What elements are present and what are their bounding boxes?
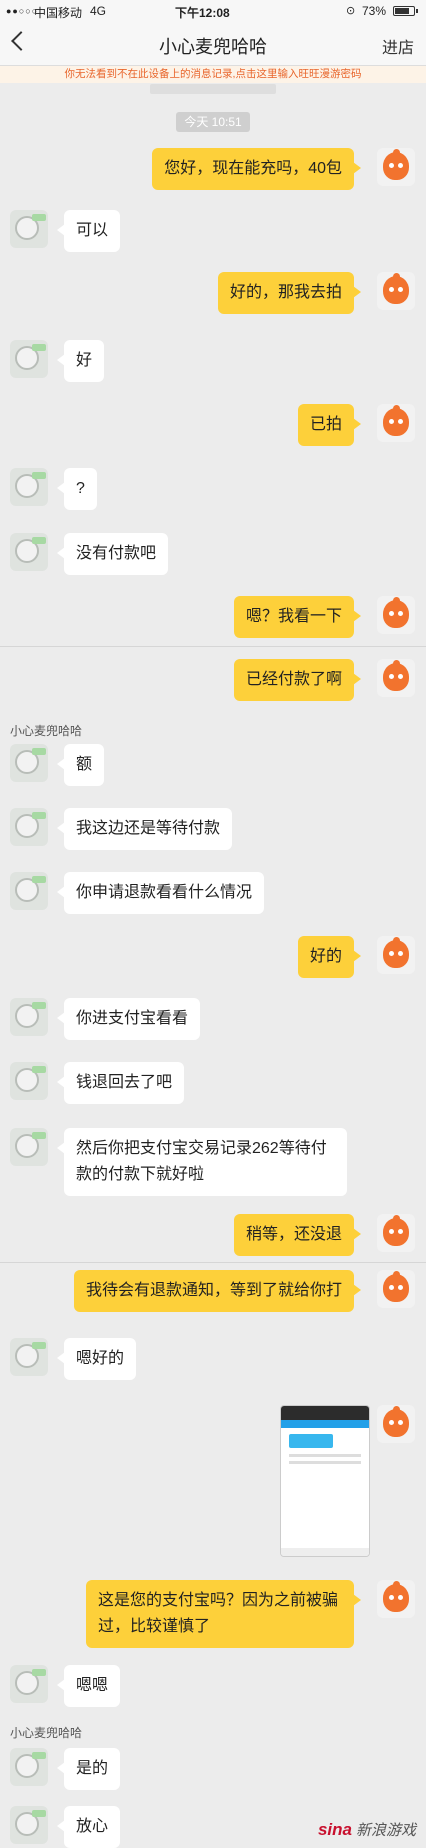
- message-bubble-received[interactable]: 你申请退款看看什么情况: [56, 872, 265, 914]
- seller-avatar[interactable]: [10, 210, 48, 248]
- message-bubble-sent[interactable]: 我待会有退款通知，等到了就给你打: [73, 1270, 362, 1312]
- message-bubble-received[interactable]: 额: [56, 744, 105, 786]
- self-avatar[interactable]: [377, 272, 415, 310]
- seller-avatar[interactable]: [10, 1806, 48, 1844]
- image-footer: [281, 1548, 369, 1556]
- message-bubble-received[interactable]: 没有付款吧: [56, 533, 169, 575]
- sender-name: 小心麦兜哈哈: [10, 1726, 83, 1740]
- seller-avatar[interactable]: [10, 998, 48, 1036]
- message-bubble-sent[interactable]: 已拍: [297, 404, 362, 446]
- status-bar: ●●○○○ 中国移动 4G 下午12:08 ⊙ 73%: [0, 0, 426, 22]
- image-highlight-row: [289, 1434, 333, 1448]
- message-bubble-received[interactable]: 放心: [56, 1806, 121, 1848]
- self-avatar[interactable]: [377, 1214, 415, 1252]
- image-header: [281, 1420, 369, 1428]
- battery-icon: [393, 6, 418, 16]
- network-type: 4G: [90, 4, 107, 18]
- message-bubble-received[interactable]: 我这边还是等待付款: [56, 808, 233, 850]
- chat-title: 小心麦兜哈哈: [159, 37, 267, 57]
- nav-bar: 小心麦兜哈哈 进店: [0, 22, 426, 66]
- image-line: [289, 1454, 361, 1457]
- time-divider: 今天 10:51: [176, 112, 250, 132]
- message-bubble-sent[interactable]: 您好，现在能充吗，40包: [152, 148, 361, 190]
- self-avatar[interactable]: [377, 659, 415, 697]
- screenshot-seam: [0, 1262, 426, 1263]
- sina-games-watermark: sina 新浪游戏: [318, 1819, 416, 1840]
- self-avatar[interactable]: [377, 1580, 415, 1618]
- seller-avatar[interactable]: [10, 872, 48, 910]
- self-avatar[interactable]: [377, 148, 415, 186]
- self-avatar[interactable]: [377, 404, 415, 442]
- message-bubble-sent[interactable]: 嗯？我看一下: [233, 596, 362, 638]
- rotation-lock-icon: ⊙: [346, 5, 356, 17]
- message-bubble-received[interactable]: 钱退回去了吧: [56, 1062, 185, 1104]
- message-bubble-sent[interactable]: 已经付款了啊: [233, 659, 362, 701]
- seller-avatar[interactable]: [10, 1128, 48, 1166]
- self-avatar[interactable]: [377, 1405, 415, 1443]
- faded-timestamp: [150, 84, 276, 94]
- seller-avatar[interactable]: [10, 1748, 48, 1786]
- seller-avatar[interactable]: [10, 340, 48, 378]
- seller-avatar[interactable]: [10, 1665, 48, 1703]
- roaming-password-notice[interactable]: 你无法看到不在此设备上的消息记录,点击这里输入旺旺漫游密码: [0, 66, 426, 83]
- message-bubble-received[interactable]: ?: [57, 468, 97, 510]
- screenshot-image-message[interactable]: [280, 1405, 370, 1557]
- self-avatar[interactable]: [377, 936, 415, 974]
- sina-logo: sina: [317, 1820, 352, 1839]
- message-bubble-received[interactable]: 然后你把支付宝交易记录262等待付款的付款下就好啦: [57, 1128, 347, 1196]
- message-bubble-received[interactable]: 嗯好的: [56, 1338, 137, 1380]
- enter-shop-button[interactable]: 进店: [382, 34, 414, 58]
- message-bubble-sent[interactable]: 好的，那我去拍: [217, 272, 362, 314]
- message-bubble-sent[interactable]: 这是您的支付宝吗？因为之前被骗过，比较谨慎了: [86, 1580, 361, 1648]
- self-avatar[interactable]: [377, 596, 415, 634]
- message-bubble-received[interactable]: 嗯嗯: [56, 1665, 121, 1707]
- seller-avatar[interactable]: [10, 808, 48, 846]
- message-bubble-received[interactable]: 是的: [56, 1748, 121, 1790]
- screenshot-seam: [0, 646, 426, 647]
- sender-name: 小心麦兜哈哈: [10, 724, 83, 738]
- message-bubble-received[interactable]: 好: [56, 340, 105, 382]
- seller-avatar[interactable]: [10, 1338, 48, 1376]
- image-statusbar: [281, 1406, 369, 1420]
- clock: 下午12:08: [175, 6, 230, 20]
- self-avatar[interactable]: [377, 1270, 415, 1308]
- seller-avatar[interactable]: [10, 468, 48, 506]
- message-bubble-received[interactable]: 可以: [56, 210, 121, 252]
- seller-avatar[interactable]: [10, 1062, 48, 1100]
- battery-percent: 73%: [362, 4, 387, 18]
- message-bubble-received[interactable]: 你进支付宝看看: [56, 998, 201, 1040]
- watermark-text: 新浪游戏: [355, 1822, 416, 1839]
- carrier-label: 中国移动: [34, 6, 83, 20]
- seller-avatar[interactable]: [10, 533, 48, 571]
- message-bubble-sent[interactable]: 稍等，还没退: [233, 1214, 362, 1256]
- image-line: [289, 1461, 361, 1464]
- seller-avatar[interactable]: [10, 744, 48, 782]
- message-bubble-sent[interactable]: 好的: [297, 936, 362, 978]
